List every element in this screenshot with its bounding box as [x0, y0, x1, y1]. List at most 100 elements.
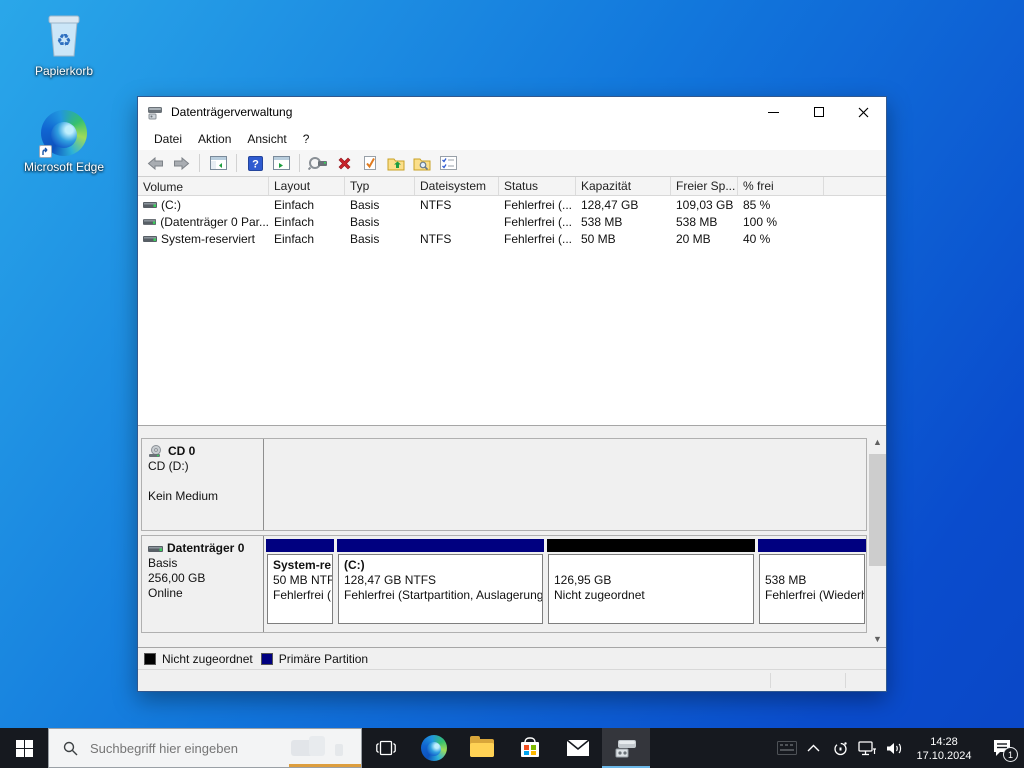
disk-management-icon [147, 104, 163, 120]
column-kapazitaet[interactable]: Kapazität [576, 177, 671, 195]
menu-datei[interactable]: Datei [146, 129, 190, 149]
network-icon[interactable] [854, 728, 881, 768]
cd-media-status: Kein Medium [148, 489, 257, 504]
help-button[interactable]: ? [244, 152, 266, 174]
rescan-icon [308, 156, 328, 170]
volume-row-system-reserviert[interactable]: System-reserviert Einfach Basis NTFS Feh… [138, 230, 886, 247]
window-title: Datenträgerverwaltung [171, 105, 292, 119]
window-titlebar[interactable]: Datenträgerverwaltung [138, 97, 886, 127]
action-pane-icon [273, 156, 290, 170]
partition-recovery[interactable]: 538 MB Fehlerfrei (Wiederh [758, 539, 866, 629]
disk-status: Online [148, 586, 257, 601]
toolbar-separator [299, 154, 300, 172]
volume-status: Fehlerfrei (... [499, 232, 576, 246]
tray-update-icon[interactable] [827, 728, 854, 768]
back-button[interactable] [144, 152, 166, 174]
scroll-up-button[interactable]: ▲ [869, 433, 886, 450]
disk0-label[interactable]: Datenträger 0 Basis 256,00 GB Online [142, 536, 264, 632]
column-prozent-frei[interactable]: % frei [738, 177, 824, 195]
desktop-icon-microsoft-edge[interactable]: Microsoft Edge [21, 104, 107, 174]
taskbar-file-explorer[interactable] [458, 728, 506, 768]
search-input[interactable] [88, 740, 278, 757]
partition-size: 538 MB [765, 573, 859, 588]
open-folder-button[interactable] [385, 152, 407, 174]
taskbar-edge[interactable] [410, 728, 458, 768]
column-typ[interactable]: Typ [345, 177, 415, 195]
disk-size: 256,00 GB [148, 571, 257, 586]
partition-system-reserviert[interactable]: System-re 50 MB NTF Fehlerfrei ( [266, 539, 334, 629]
edge-icon [41, 110, 87, 156]
maximize-button[interactable] [796, 97, 841, 127]
column-dateisystem[interactable]: Dateisystem [415, 177, 499, 195]
column-status[interactable]: Status [499, 177, 576, 195]
start-button[interactable] [0, 728, 48, 768]
checklist-icon [440, 156, 457, 170]
scrollbar-thumb[interactable] [869, 454, 886, 566]
menu-aktion[interactable]: Aktion [190, 129, 239, 149]
search-highlights-decoration [291, 736, 347, 758]
partition-size: 50 MB NTF [273, 573, 327, 588]
cd-drive-label[interactable]: CD 0 CD (D:) Kein Medium [142, 439, 264, 530]
desktop-background: ♻ Papierkorb Microsoft Edge Datenträgerv… [0, 0, 1024, 768]
edge-icon [421, 735, 447, 761]
partition-status: Fehlerfrei (Startpartition, Auslagerung [344, 588, 537, 603]
desktop-icon-recycle-bin[interactable]: ♻ Papierkorb [21, 8, 107, 78]
volume-icon[interactable] [881, 728, 908, 768]
action-center-button[interactable]: 1 [980, 728, 1024, 768]
cd-letter: CD (D:) [148, 459, 257, 474]
taskbar-clock[interactable]: 14:28 17.10.2024 [908, 734, 980, 763]
volume-row-partition2[interactable]: (Datenträger 0 Par... Einfach Basis Fehl… [138, 213, 886, 230]
taskbar-search[interactable] [48, 728, 362, 768]
disk-name: Datenträger 0 [167, 541, 244, 556]
taskbar-disk-management-active[interactable] [602, 728, 650, 768]
pane-splitter[interactable] [138, 425, 886, 433]
rescan-disks-button[interactable] [307, 152, 329, 174]
legend-bar: Nicht zugeordnet Primäre Partition [138, 647, 886, 669]
checklist-button[interactable] [437, 152, 459, 174]
cd-drive-icon [148, 445, 164, 458]
disk-management-window: Datenträgerverwaltung Datei Aktion Ansic… [137, 96, 887, 692]
column-freier-speicher[interactable]: Freier Sp... [671, 177, 738, 195]
menu-ansicht[interactable]: Ansicht [239, 129, 294, 149]
partition-status: Fehlerfrei (Wiederh [765, 588, 859, 603]
check-properties-button[interactable] [359, 152, 381, 174]
legend-label: Nicht zugeordnet [162, 652, 253, 666]
minimize-button[interactable] [751, 97, 796, 127]
touch-keyboard-icon[interactable] [773, 728, 800, 768]
taskbar-mail[interactable] [554, 728, 602, 768]
minimize-icon [768, 112, 779, 113]
search-icon [63, 741, 78, 756]
partition-name: System-re [273, 558, 327, 573]
partition-c[interactable]: (C:) 128,47 GB NTFS Fehlerfrei (Startpar… [337, 539, 544, 629]
show-console-tree-button[interactable] [207, 152, 229, 174]
clock-time: 14:28 [908, 735, 980, 749]
explore-folder-button[interactable] [411, 152, 433, 174]
forward-button[interactable] [170, 152, 192, 174]
scroll-down-button[interactable]: ▼ [869, 630, 886, 647]
task-view-button[interactable] [362, 728, 410, 768]
volume-row-c[interactable]: (C:) Einfach Basis NTFS Fehlerfrei (... … [138, 196, 886, 213]
partition-unallocated[interactable]: 126,95 GB Nicht zugeordnet [547, 539, 755, 629]
column-volume[interactable]: Volume [138, 177, 269, 195]
back-arrow-icon [147, 157, 164, 170]
taskbar-microsoft-store[interactable] [506, 728, 554, 768]
volume-name: System-reserviert [161, 232, 255, 246]
show-hidden-icons-chevron[interactable] [800, 728, 827, 768]
disk-management-icon [613, 736, 639, 760]
partition-type-band [266, 539, 334, 552]
volume-icon [143, 217, 156, 227]
column-layout[interactable]: Layout [269, 177, 345, 195]
show-action-pane-button[interactable] [270, 152, 292, 174]
menu-bar: Datei Aktion Ansicht ? [138, 127, 886, 150]
cd-drive-row: CD 0 CD (D:) Kein Medium [141, 438, 867, 531]
document-check-icon [363, 155, 377, 171]
volume-layout: Einfach [269, 215, 345, 229]
delete-button[interactable] [333, 152, 355, 174]
search-highlights-underline [289, 764, 361, 767]
menu-help[interactable]: ? [295, 129, 318, 149]
vertical-scrollbar[interactable]: ▲ ▼ [869, 433, 886, 647]
close-button[interactable] [841, 97, 886, 127]
volume-icon [143, 234, 157, 244]
forward-arrow-icon [173, 157, 190, 170]
volume-dateisystem: NTFS [415, 232, 499, 246]
